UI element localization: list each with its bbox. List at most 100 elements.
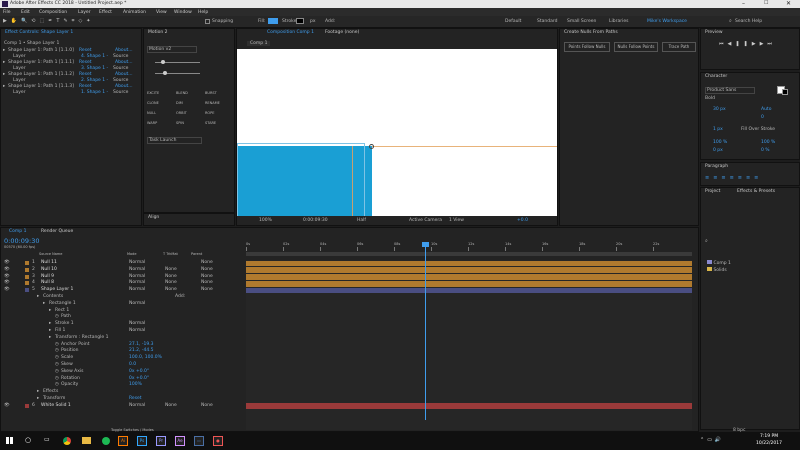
property-twirl-icon[interactable]: ▸ <box>37 396 39 401</box>
vscale-field[interactable]: 100 % <box>713 140 727 145</box>
parent-select[interactable]: None <box>201 403 213 408</box>
menu-help[interactable]: Help <box>198 10 208 15</box>
timeline-layer-row[interactable]: 👁 6 White Solid 1 Normal None None <box>1 403 245 410</box>
property-row[interactable]: ▸ Fill 1 Normal <box>1 328 245 335</box>
menu-edit[interactable]: Edit <box>21 10 30 15</box>
property-value[interactable]: Normal <box>129 321 145 326</box>
exposure-value[interactable]: +0.0 <box>517 218 528 223</box>
time-ruler[interactable]: 0s 02s 04s 06s 08s 10s 12s 14s 16s 18s 20s 22s <box>246 242 692 252</box>
playhead[interactable] <box>425 242 426 420</box>
reset-link[interactable]: Reset <box>79 72 92 77</box>
motion-spin-button[interactable]: SPIN <box>176 121 184 125</box>
character-tab[interactable]: Character <box>705 74 727 79</box>
property-value[interactable]: 0x +0.0° <box>129 369 149 374</box>
timeline-layer-row[interactable]: 👁 5 Shape Layer 1 Normal None None <box>1 287 245 294</box>
menu-view[interactable]: View <box>156 10 167 15</box>
ps-icon[interactable]: Ps <box>137 436 147 446</box>
timeline-layer-row[interactable]: 👁 1 Null 11 Normal None <box>1 260 245 267</box>
property-value[interactable]: 21.2, -44.5 <box>129 348 154 353</box>
about-link[interactable]: 3. Shape 1 - <box>81 66 108 71</box>
property-value[interactable]: 27.1, -19.3 <box>129 342 154 347</box>
property-twirl-icon[interactable]: ◷ <box>55 314 59 319</box>
property-row[interactable]: ▸ Rectangle 1 Normal <box>1 301 245 308</box>
about-link[interactable]: About... <box>115 48 133 53</box>
baseline-field[interactable]: 0 px <box>713 148 723 153</box>
motion-blend-button[interactable]: BLEND <box>176 91 188 95</box>
windows-start-icon[interactable] <box>6 437 13 444</box>
trkmat-select[interactable]: None <box>165 403 177 408</box>
property-row[interactable]: ◷ Anchor Point 27.1, -19.3 <box>1 342 245 349</box>
about-link[interactable]: 4. Shape 1 - <box>81 54 108 59</box>
about-link[interactable]: 2. Shape 1 - <box>81 78 108 83</box>
column-header[interactable]: Source Name <box>39 252 62 256</box>
preview-tab[interactable]: Preview <box>705 30 723 35</box>
search-help-input[interactable]: Search Help <box>735 19 762 24</box>
property-twirl-icon[interactable]: ◷ <box>55 382 59 387</box>
reset-link[interactable]: Reset <box>79 84 92 89</box>
camera-icon[interactable]: ● <box>213 436 223 446</box>
comp-subtab[interactable]: Comp 1 <box>247 41 271 46</box>
property-twirl-icon[interactable]: ▸ <box>49 321 51 326</box>
layer-duration-bar[interactable] <box>246 274 692 280</box>
paragraph-align-icons[interactable]: ≡≡≡≡≡≡≡ <box>705 175 762 181</box>
label-color-chip[interactable] <box>25 274 29 279</box>
property-value[interactable]: Normal <box>129 301 145 306</box>
comp-timecode[interactable]: 0:00:09:30 <box>303 218 328 223</box>
property-twirl-icon[interactable]: ▸ <box>37 389 39 394</box>
property-twirl-icon[interactable]: ◷ <box>55 342 59 347</box>
property-twirl-icon[interactable]: ▸ <box>49 308 51 313</box>
column-header[interactable]: Mode <box>127 252 137 256</box>
workspace-3[interactable]: Libraries <box>609 19 628 24</box>
motion-tab[interactable]: Motion 2 <box>148 30 168 35</box>
property-row[interactable]: ▸ Stroke 1 Normal <box>1 321 245 328</box>
column-header[interactable]: T TrkMat <box>163 252 178 256</box>
comp-viewer[interactable] <box>237 49 557 216</box>
stroke-mode-select[interactable]: Fill Over Stroke <box>741 127 775 132</box>
property-row[interactable]: ◷ Opacity 100% <box>1 382 245 389</box>
expand-arrow-icon[interactable]: ▸ <box>3 84 5 89</box>
source-select[interactable]: Source <box>113 54 128 59</box>
tool-icons[interactable]: ▶✋🔍⟲⬚✒T✎⌗◇✦ <box>3 18 95 24</box>
label-color-chip[interactable] <box>25 288 29 293</box>
view-select[interactable]: 1 View <box>449 218 464 223</box>
property-row[interactable]: ◷ Skew Axis 0x +0.0° <box>1 369 245 376</box>
visibility-eye-icon[interactable]: 👁 <box>4 403 10 408</box>
pr-icon[interactable]: Pr <box>156 436 166 446</box>
motion-warp-button[interactable]: WARP <box>147 121 157 125</box>
property-value[interactable]: 0.0 <box>129 362 136 367</box>
footage-tab[interactable]: Footage (none) <box>325 30 359 35</box>
maximize-icon[interactable]: ☐ <box>764 0 768 6</box>
timeline-tab[interactable]: Comp 1 <box>9 229 26 234</box>
layer-duration-bar[interactable] <box>246 287 692 294</box>
menu-layer[interactable]: Layer <box>78 10 91 15</box>
motion-rope-button[interactable]: ROPE <box>205 111 215 115</box>
spotify-icon[interactable] <box>102 437 110 445</box>
mode-select[interactable]: Normal <box>129 280 145 285</box>
trkmat-select[interactable]: None <box>165 274 177 279</box>
menu-animation[interactable]: Animation <box>123 10 146 15</box>
property-row[interactable]: ◷ Skew 0.0 <box>1 362 245 369</box>
fill-swatch[interactable] <box>268 18 278 24</box>
menu-file[interactable]: File <box>3 10 11 15</box>
layer-name[interactable]: Null 11 <box>41 260 57 265</box>
media-icon[interactable]: ▭ <box>194 436 204 446</box>
task-launch-select[interactable]: Task Launch <box>147 137 202 144</box>
about-link[interactable]: About... <box>115 84 133 89</box>
layer-name[interactable]: Null 10 <box>41 267 57 272</box>
minimize-icon[interactable]: – <box>742 0 745 7</box>
camera-select[interactable]: Active Camera <box>409 218 442 223</box>
menu-composition[interactable]: Composition <box>39 10 67 15</box>
font-style-select[interactable]: Bold <box>705 96 715 101</box>
visibility-eye-icon[interactable]: 👁 <box>4 280 10 285</box>
effects-presets-tab[interactable]: Effects & Presets <box>737 189 775 194</box>
property-value[interactable]: 100% <box>129 382 142 387</box>
property-row[interactable]: ▸ Contents <box>1 294 245 301</box>
motion-null-button[interactable]: NULL <box>147 111 156 115</box>
trkmat-select[interactable]: None <box>165 280 177 285</box>
visibility-eye-icon[interactable]: 👁 <box>4 274 10 279</box>
source-select[interactable]: Source <box>113 78 128 83</box>
property-twirl-icon[interactable]: ▸ <box>49 335 51 340</box>
snapping-checkbox[interactable] <box>205 19 210 24</box>
layer-duration-bar[interactable] <box>246 280 692 287</box>
motion-clone-button[interactable]: CLONE <box>147 101 159 105</box>
